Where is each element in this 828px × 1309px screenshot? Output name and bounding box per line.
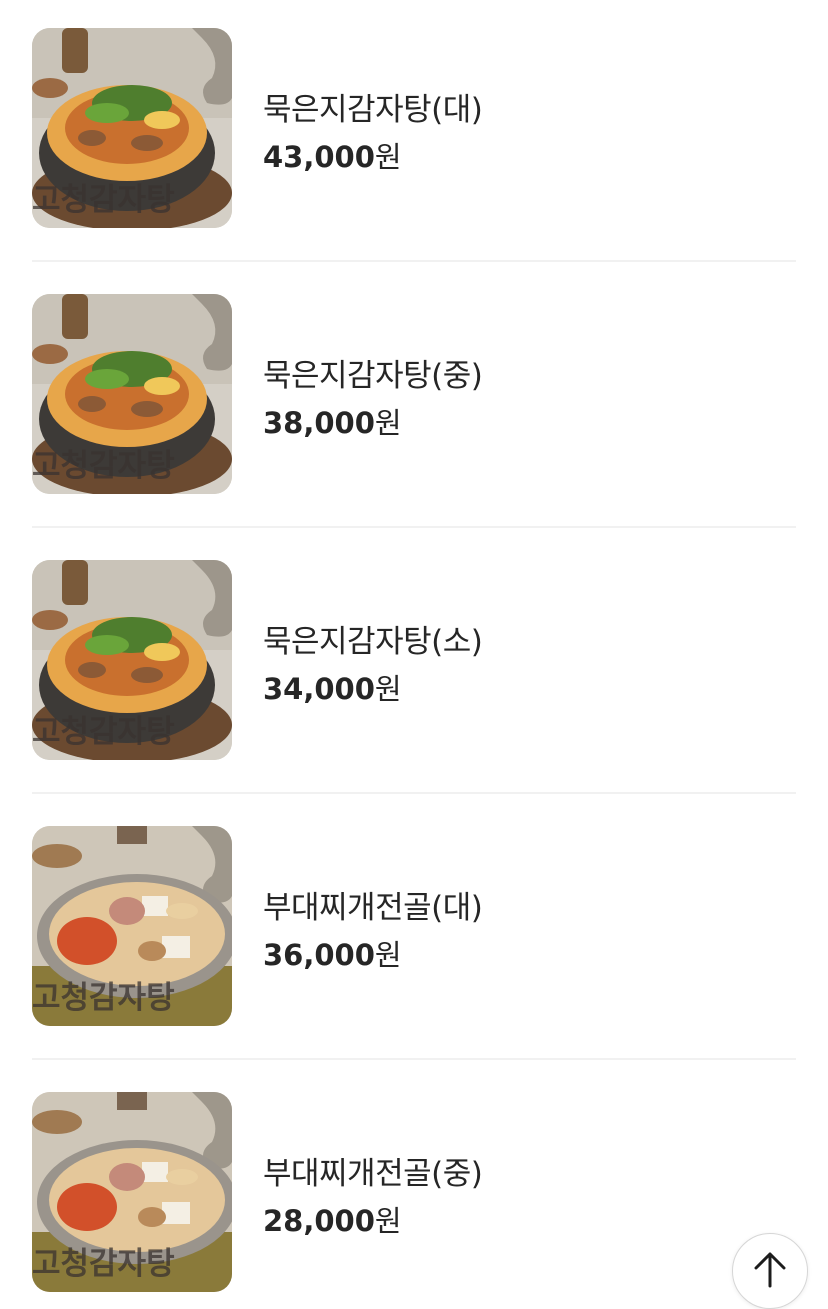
menu-item-name: 묵은지감자탕(중) [263,358,483,394]
menu-item-price: 43,000원 [263,134,402,176]
price-unit: 원 [374,672,402,706]
divider [32,792,796,794]
menu-item-image: 고청감자탕 [32,560,232,760]
menu-item[interactable]: 고청감자탕 묵은지감자탕(중) 38,000원 [32,294,796,494]
watermark-text: 고청감자탕 [32,182,175,218]
price-value: 34,000 [263,672,375,706]
menu-item[interactable]: 고청감자탕 부대찌개전골(중) 28,000원 [32,1092,796,1292]
divider [32,260,796,262]
price-value: 36,000 [263,938,375,972]
menu-item-image: 고청감자탕 [32,1092,232,1292]
price-unit: 원 [374,406,402,440]
menu-item-price: 36,000원 [263,932,402,974]
price-unit: 원 [374,1204,402,1238]
price-value: 43,000 [263,140,375,174]
watermark-text: 고청감자탕 [32,1246,175,1282]
divider [32,1058,796,1060]
menu-item-image: 고청감자탕 [32,826,232,1026]
menu-item-price: 38,000원 [263,400,402,442]
price-unit: 원 [374,140,402,174]
menu-item-name: 묵은지감자탕(대) [263,92,483,128]
menu-item[interactable]: 고청감자탕 묵은지감자탕(소) 34,000원 [32,560,796,760]
menu-item-price: 34,000원 [263,666,402,708]
watermark-text: 고청감자탕 [32,980,175,1016]
menu-item[interactable]: 고청감자탕 부대찌개전골(대) 36,000원 [32,826,796,1026]
menu-item-image: 고청감자탕 [32,294,232,494]
menu-item-name: 묵은지감자탕(소) [263,624,483,660]
watermark-text: 고청감자탕 [32,714,175,750]
menu-item-image: 고청감자탕 [32,28,232,228]
scroll-to-top-button[interactable] [732,1233,808,1309]
price-value: 38,000 [263,406,375,440]
menu-item-name: 부대찌개전골(대) [263,890,483,926]
menu-list: 고청감자탕 묵은지감자탕(대) 43,000원 고청감자탕 묵은지감자탕(중) … [0,0,828,1309]
watermark-text: 고청감자탕 [32,448,175,484]
price-value: 28,000 [263,1204,375,1238]
menu-item-price: 28,000원 [263,1198,402,1240]
menu-item[interactable]: 고청감자탕 묵은지감자탕(대) 43,000원 [32,28,796,228]
price-unit: 원 [374,938,402,972]
arrow-up-icon [754,1252,786,1288]
menu-item-name: 부대찌개전골(중) [263,1156,483,1192]
divider [32,526,796,528]
